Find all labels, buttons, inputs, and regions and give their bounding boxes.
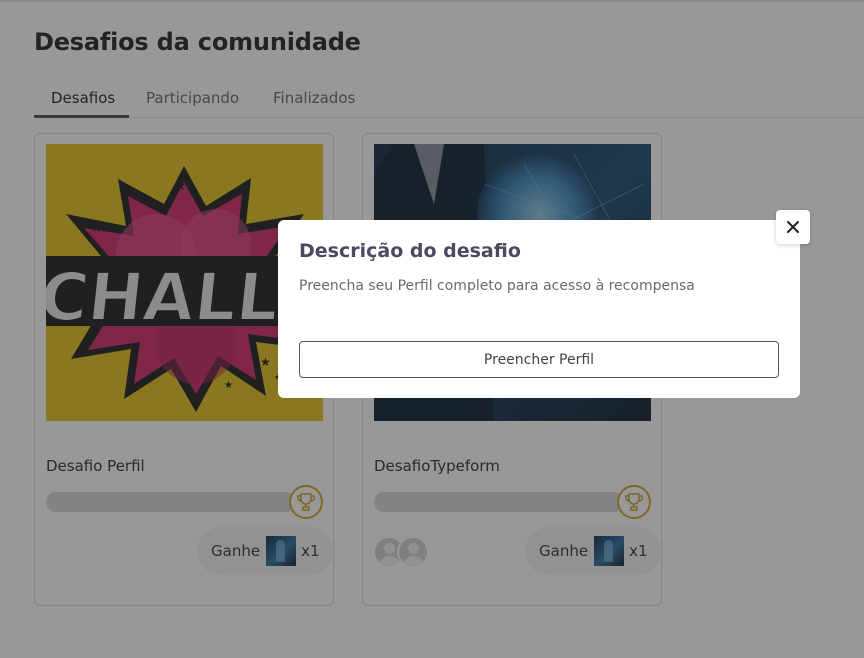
- modal-title: Descrição do desafio: [299, 240, 521, 262]
- close-modal-button[interactable]: [776, 210, 810, 244]
- modal-description: Preencha seu Perfil completo para acesso…: [299, 278, 695, 294]
- challenge-description-modal: Descrição do desafio Preencha seu Perfil…: [278, 220, 800, 398]
- close-icon: [787, 221, 799, 233]
- fill-profile-button[interactable]: Preencher Perfil: [299, 341, 779, 378]
